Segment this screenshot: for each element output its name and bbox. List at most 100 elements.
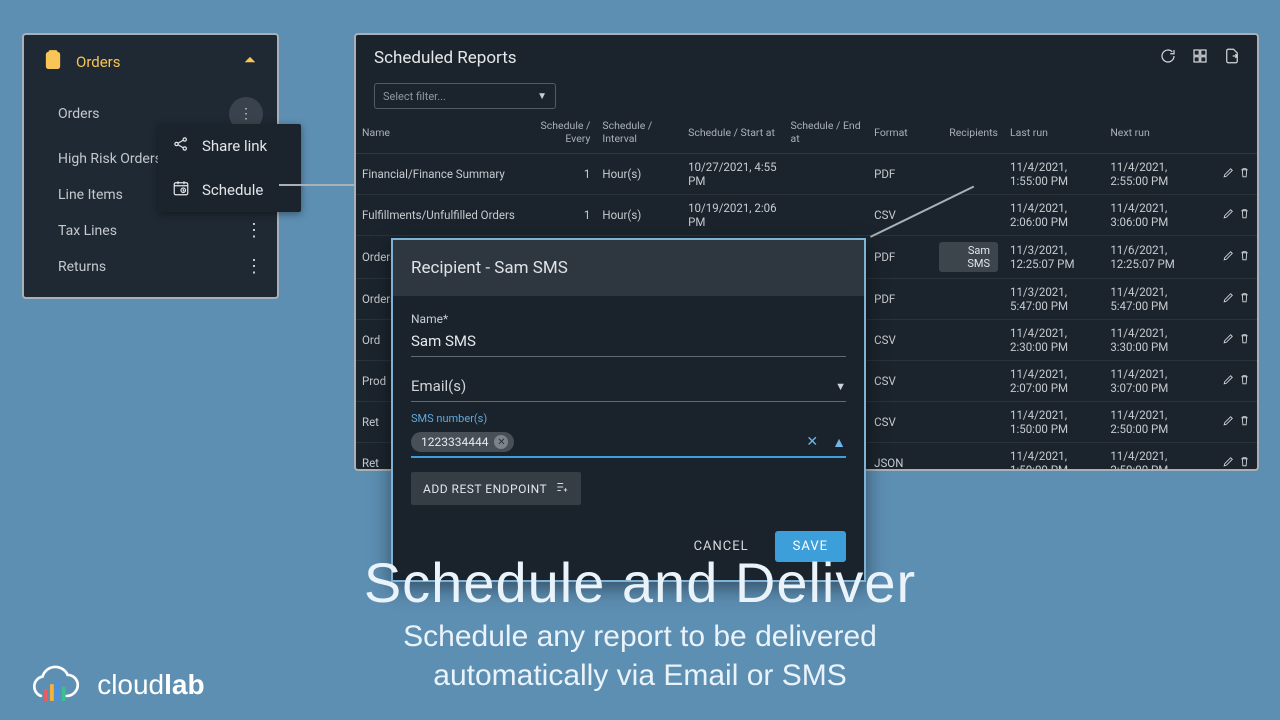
edit-icon[interactable] (1222, 293, 1235, 307)
cell-next: 11/4/2021, 5:47:00 PM (1104, 279, 1204, 320)
sidebar-item-label: High Risk Orders (58, 151, 158, 167)
th-next[interactable]: Next run (1104, 115, 1204, 154)
add-rest-endpoint-button[interactable]: ADD REST ENDPOINT (411, 472, 581, 505)
cell-last: 11/3/2021, 12:25:07 PM (1004, 236, 1104, 279)
cell-every: 1 (534, 195, 597, 236)
th-end[interactable]: Schedule / End at (785, 115, 869, 154)
delete-icon[interactable] (1238, 457, 1251, 471)
th-recipients[interactable]: Recipients (933, 115, 1004, 154)
cell-last: 11/4/2021, 2:07:00 PM (1004, 361, 1104, 402)
edit-icon[interactable] (1222, 416, 1235, 430)
cell-name: Financial/Finance Summary (356, 154, 534, 195)
cell-format: CSV (868, 402, 933, 443)
edit-icon[interactable] (1222, 375, 1235, 389)
sms-chip-value: 1223334444 (421, 435, 488, 449)
sms-chip[interactable]: 1223334444 ✕ (411, 432, 514, 452)
email-select[interactable]: Email(s) ▼ (411, 371, 846, 402)
th-format[interactable]: Format (868, 115, 933, 154)
refresh-icon[interactable] (1159, 47, 1177, 69)
cell-end (785, 154, 869, 195)
caption-line1: Schedule any report to be delivered (403, 620, 877, 653)
filter-select[interactable]: Select filter... ▼ (374, 83, 556, 109)
grid-icon[interactable] (1191, 47, 1209, 69)
caption-title: Schedule and Deliver (0, 550, 1280, 615)
cell-interval: Hour(s) (596, 195, 682, 236)
dialog-title: Recipient - Sam SMS (393, 240, 864, 296)
delete-icon[interactable] (1238, 416, 1251, 430)
cell-format: CSV (868, 320, 933, 361)
cell-start: 10/27/2021, 4:55 PM (682, 154, 784, 195)
clear-icon[interactable]: ✕ (806, 434, 818, 451)
panel-title: Scheduled Reports (374, 48, 517, 68)
cell-recipients (933, 402, 1004, 443)
table-row[interactable]: Fulfillments/Unfulfilled Orders1Hour(s)1… (356, 195, 1257, 236)
table-header-row: Name Schedule / Every Schedule / Interva… (356, 115, 1257, 154)
cell-next: 11/4/2021, 2:55:00 PM (1104, 154, 1204, 195)
edit-icon[interactable] (1222, 334, 1235, 348)
context-menu: Share link Schedule (158, 124, 301, 212)
calendar-icon (172, 179, 190, 201)
filter-placeholder: Select filter... (383, 90, 446, 103)
ctx-share-link[interactable]: Share link (158, 124, 301, 168)
remove-chip-icon[interactable]: ✕ (494, 435, 508, 449)
name-input[interactable]: Sam SMS (411, 326, 846, 357)
cell-format: PDF (868, 154, 933, 195)
cell-format: CSV (868, 195, 933, 236)
cell-last: 11/4/2021, 2:30:00 PM (1004, 320, 1104, 361)
cell-recipients (933, 361, 1004, 402)
sidebar-header[interactable]: Orders (24, 35, 277, 87)
cell-recipients (933, 279, 1004, 320)
th-last[interactable]: Last run (1004, 115, 1104, 154)
sidebar-item-returns[interactable]: Returns ⋮ (28, 249, 277, 285)
edit-icon[interactable] (1222, 251, 1235, 265)
cell-next: 11/6/2021, 12:25:07 PM (1104, 236, 1204, 279)
delete-icon[interactable] (1238, 251, 1251, 265)
rest-btn-label: ADD REST ENDPOINT (423, 482, 547, 496)
edit-icon[interactable] (1222, 209, 1235, 223)
recipient-dialog: Recipient - Sam SMS Name Sam SMS Email(s… (391, 238, 866, 582)
dropdown-icon: ▼ (537, 91, 547, 102)
cell-format: JSON (868, 443, 933, 472)
recipient-pill[interactable]: Sam SMS (939, 242, 998, 272)
cell-last: 11/4/2021, 1:55:00 PM (1004, 154, 1104, 195)
ctx-item-label: Share link (202, 137, 267, 155)
sms-label: SMS number(s) (411, 412, 846, 425)
cell-start: 10/19/2021, 2:06 PM (682, 195, 784, 236)
cell-interval: Hour(s) (596, 154, 682, 195)
dropdown-icon: ▼ (835, 380, 846, 393)
delete-icon[interactable] (1238, 334, 1251, 348)
cell-last: 11/4/2021, 2:06:00 PM (1004, 195, 1104, 236)
sidebar-item-label: Line Items (58, 187, 123, 203)
brand-logo: cloudlab (24, 664, 205, 706)
delete-icon[interactable] (1238, 209, 1251, 223)
cell-format: PDF (868, 279, 933, 320)
more-menu-icon[interactable]: ⋮ (245, 226, 263, 236)
sidebar-item-label: Orders (58, 106, 100, 122)
collapse-icon[interactable]: ▲ (832, 434, 846, 451)
ctx-schedule[interactable]: Schedule (158, 168, 301, 212)
delete-icon[interactable] (1238, 293, 1251, 307)
th-start[interactable]: Schedule / Start at (682, 115, 784, 154)
th-name[interactable]: Name (356, 115, 534, 154)
delete-icon[interactable] (1238, 375, 1251, 389)
edit-icon[interactable] (1222, 457, 1235, 471)
cloud-icon (24, 664, 91, 706)
table-row[interactable]: Financial/Finance Summary1Hour(s)10/27/2… (356, 154, 1257, 195)
connector-line (279, 184, 359, 186)
cell-next: 11/4/2021, 3:30:00 PM (1104, 320, 1204, 361)
delete-icon[interactable] (1238, 168, 1251, 182)
th-interval[interactable]: Schedule / Interval (596, 115, 682, 154)
sidebar-item-tax-lines[interactable]: Tax Lines ⋮ (28, 213, 277, 249)
th-every[interactable]: Schedule / Every (534, 115, 597, 154)
sms-input[interactable]: 1223334444 ✕ ✕ ▲ (411, 428, 846, 458)
add-list-icon (555, 480, 569, 497)
export-icon[interactable] (1223, 47, 1241, 69)
sidebar-title: Orders (76, 53, 121, 71)
edit-icon[interactable] (1222, 168, 1235, 182)
cell-recipients (933, 443, 1004, 472)
cell-last: 11/4/2021, 1:50:00 PM (1004, 443, 1104, 472)
cell-last: 11/3/2021, 5:47:00 PM (1004, 279, 1104, 320)
cell-next: 11/4/2021, 3:06:00 PM (1104, 195, 1204, 236)
cell-end (785, 195, 869, 236)
more-menu-icon[interactable]: ⋮ (245, 262, 263, 272)
